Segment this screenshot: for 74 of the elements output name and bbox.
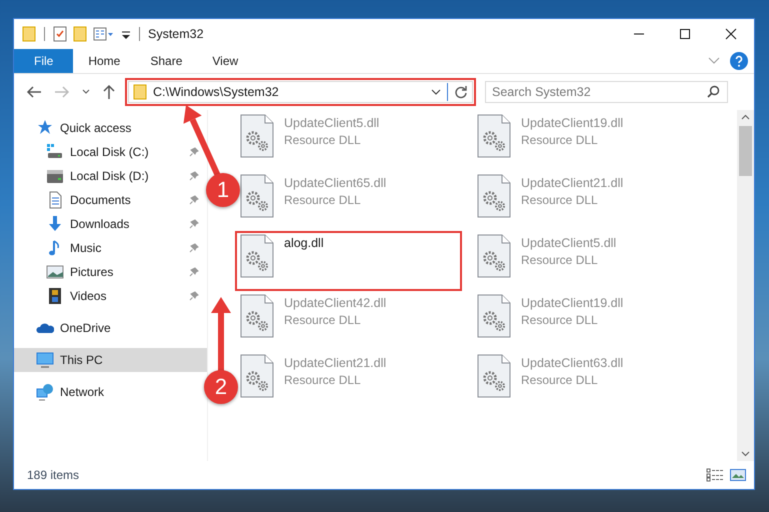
gear-file-icon (240, 174, 274, 218)
sidebar-item[interactable]: Local Disk (C:) (14, 140, 207, 164)
file-type: Resource DLL (284, 133, 362, 147)
gear-file-icon (477, 234, 511, 278)
monitor-icon (36, 351, 54, 369)
sidebar-item[interactable]: Pictures (14, 260, 207, 284)
pin-icon[interactable] (189, 219, 199, 229)
file-type: Resource DLL (521, 373, 599, 387)
close-icon (725, 28, 737, 40)
file-item[interactable]: alog.dll (236, 232, 461, 290)
up-arrow-icon[interactable] (102, 84, 116, 100)
address-bar[interactable]: C:\Windows\System32 (128, 81, 473, 103)
file-type: Resource DLL (521, 253, 599, 267)
address-path: C:\Windows\System32 (153, 85, 280, 99)
window-title: System32 (148, 27, 204, 41)
scrollbar[interactable] (737, 110, 754, 461)
sidebar-item[interactable]: Music (14, 236, 207, 260)
file-name[interactable]: alog.dll (284, 236, 324, 250)
film-icon (46, 287, 64, 305)
caret-icon[interactable] (82, 89, 90, 95)
star-icon (36, 119, 54, 137)
file-type: Resource DLL (284, 373, 362, 387)
folder-icon (133, 84, 147, 100)
large-icons-view-icon[interactable] (730, 468, 746, 482)
sidebar-item[interactable]: Documents (14, 188, 207, 212)
item-count: 189 items (27, 468, 80, 482)
gear-file-icon (240, 354, 274, 398)
pin-icon[interactable] (189, 171, 199, 181)
pin-icon[interactable] (189, 267, 199, 277)
sidebar-item[interactable]: Quick access (14, 116, 207, 140)
back-arrow-icon[interactable] (26, 85, 42, 99)
sidebar-item[interactable]: OneDrive (14, 316, 207, 340)
file-type: Resource DLL (284, 193, 362, 207)
drive-icon (46, 143, 64, 161)
scroll-down-icon[interactable] (741, 451, 750, 457)
gear-file-icon (240, 234, 274, 278)
sidebar-item[interactable]: Videos (14, 284, 207, 308)
checklist-icon[interactable] (53, 26, 67, 42)
ribbon-tab[interactable]: Home (73, 49, 136, 73)
gear-file-icon (477, 354, 511, 398)
down-arrow-icon (46, 215, 64, 233)
picture-icon (46, 263, 64, 281)
search-field[interactable]: Search System32 (485, 81, 728, 103)
ribbon-tab[interactable]: View (197, 49, 254, 73)
sidebar-item[interactable]: Downloads (14, 212, 207, 236)
help-icon[interactable] (730, 52, 748, 70)
ribbon-tab[interactable]: Share (135, 49, 198, 73)
network-icon (36, 383, 54, 401)
refresh-icon[interactable] (454, 85, 468, 99)
sidebar-item[interactable]: Network (14, 380, 207, 404)
file-type: Resource DLL (521, 313, 599, 327)
pin-icon[interactable] (189, 147, 199, 157)
details-view-icon[interactable] (706, 468, 724, 482)
file-type: Resource DLL (521, 193, 599, 207)
gear-file-icon (240, 114, 274, 158)
pin-icon[interactable] (189, 243, 199, 253)
sidebar-item[interactable]: This PC (14, 348, 207, 372)
gear-file-icon (240, 294, 274, 338)
search-icon[interactable] (707, 85, 720, 98)
sidebar-item[interactable]: Local Disk (D:) (14, 164, 207, 188)
file-type: Resource DLL (284, 313, 362, 327)
drive-icon (46, 167, 64, 185)
gear-file-icon (477, 174, 511, 218)
file-type: Resource DLL (521, 133, 599, 147)
gear-file-icon (477, 294, 511, 338)
properties-dropdown-icon[interactable] (93, 26, 115, 42)
ribbon-tab[interactable]: File (14, 49, 74, 73)
scroll-up-icon[interactable] (741, 114, 750, 120)
maximize-icon (679, 28, 691, 40)
gear-file-icon (477, 114, 511, 158)
chevron-down-icon[interactable] (431, 89, 441, 95)
pin-icon[interactable] (189, 291, 199, 301)
scrollbar-thumb[interactable] (739, 126, 752, 176)
pin-icon[interactable] (189, 195, 199, 205)
